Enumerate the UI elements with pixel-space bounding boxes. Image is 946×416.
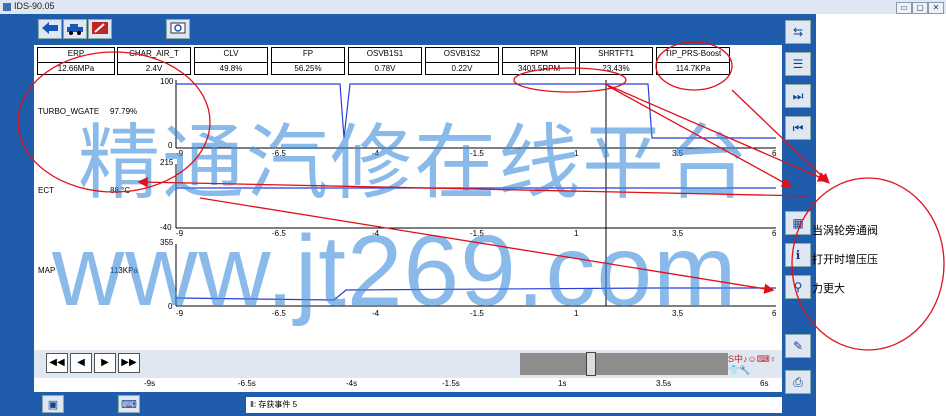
highlight-note (791, 177, 945, 351)
highlight-turbo (17, 51, 211, 193)
highlight-shrtft (513, 67, 627, 93)
annotation-overlay (17, 41, 945, 351)
highlight-boost (655, 41, 733, 91)
